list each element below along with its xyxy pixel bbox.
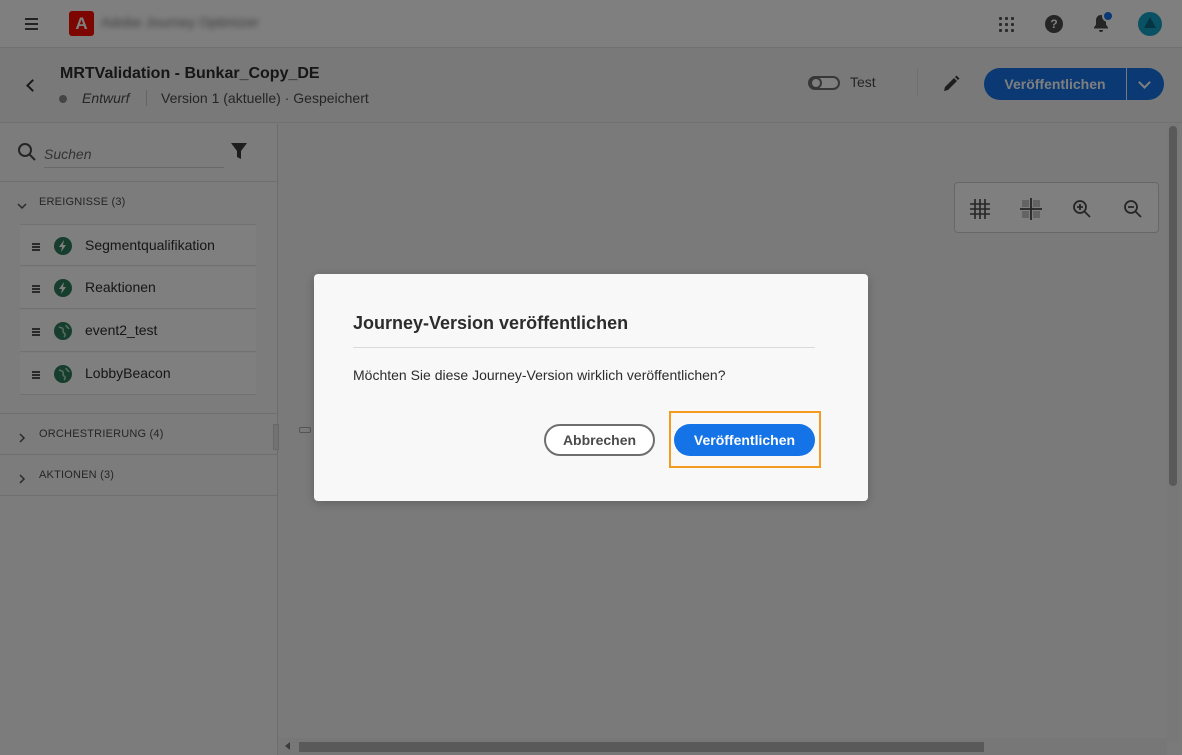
dialog-title: Journey-Version veröffentlichen	[353, 313, 629, 333]
publish-confirm-dialog: Journey-Version veröffentlichen Möchten …	[314, 274, 868, 501]
confirm-publish-button[interactable]: Veröffentlichen	[674, 424, 815, 456]
cancel-button[interactable]: Abbrechen	[544, 424, 655, 456]
dialog-message: Möchten Sie diese Journey-Version wirkli…	[353, 367, 726, 383]
divider	[353, 347, 815, 348]
